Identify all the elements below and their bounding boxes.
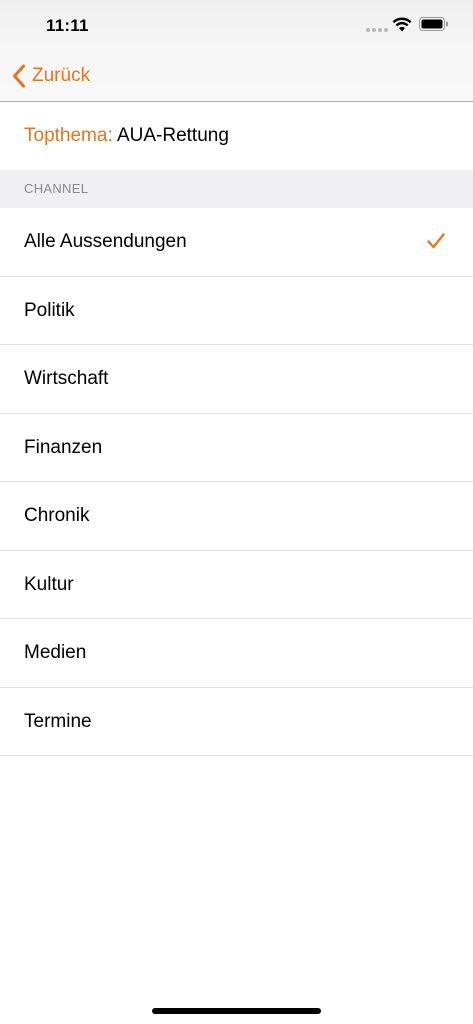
battery-icon bbox=[419, 17, 448, 31]
topic-row: Topthema: AUA-Rettung bbox=[0, 102, 473, 170]
back-button[interactable]: Zurück bbox=[12, 62, 90, 90]
channel-label: Kultur bbox=[24, 573, 74, 595]
channel-label: Chronik bbox=[24, 505, 90, 526]
chevron-left-icon bbox=[13, 64, 25, 88]
channel-label: Termine bbox=[24, 710, 92, 732]
channel-label: Politik bbox=[24, 299, 75, 321]
back-button-label: Zurück bbox=[32, 65, 91, 86]
checkmark-icon bbox=[427, 233, 445, 249]
channel-item-finanzen[interactable]: Finanzen bbox=[0, 413, 473, 482]
navigation-bar: Zurück bbox=[0, 50, 473, 102]
channel-item-alle-aussendungen[interactable]: Alle Aussendungen bbox=[0, 208, 473, 277]
topic-prefix: Topthema: bbox=[24, 125, 113, 146]
channel-label: Medien bbox=[24, 642, 87, 663]
status-time: 11:11 bbox=[46, 16, 89, 35]
topic-text: Topthema: AUA-Rettung bbox=[24, 125, 229, 147]
channel-item-termine[interactable]: Termine bbox=[0, 687, 473, 756]
section-header-label: CHANNEL bbox=[24, 181, 89, 196]
wifi-icon bbox=[392, 17, 412, 32]
channel-label: Wirtschaft bbox=[24, 368, 109, 389]
channel-label: Finanzen bbox=[24, 436, 103, 458]
channel-item-wirtschaft[interactable]: Wirtschaft bbox=[0, 345, 473, 414]
channel-item-kultur[interactable]: Kultur bbox=[0, 550, 473, 619]
channel-item-medien[interactable]: Medien bbox=[0, 619, 473, 688]
section-header: CHANNEL bbox=[0, 170, 473, 208]
status-bar: 11:11 bbox=[0, 0, 473, 50]
channel-item-chronik[interactable]: Chronik bbox=[0, 482, 473, 551]
channel-item-politik[interactable]: Politik bbox=[0, 276, 473, 345]
cellular-signal-icon bbox=[366, 28, 388, 32]
channel-list: Alle Aussendungen Politik Wirtschaft Fin… bbox=[0, 208, 473, 756]
topic-value: AUA-Rettung bbox=[116, 125, 229, 146]
channel-label: Alle Aussendungen bbox=[24, 231, 187, 252]
home-indicator[interactable] bbox=[152, 1008, 321, 1014]
